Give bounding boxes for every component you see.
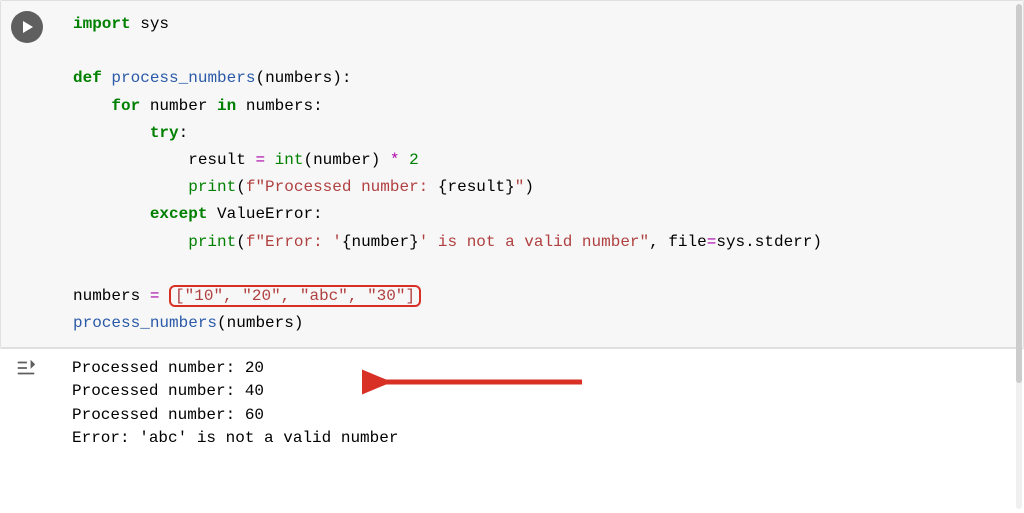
kw-for: for [111, 97, 140, 115]
mod-sys: sys [140, 15, 169, 33]
arg-numbers: numbers [265, 69, 332, 87]
sys-2: sys [716, 233, 745, 251]
var-numbers-list: numbers [73, 287, 140, 305]
builtin-print-2: print [188, 233, 236, 251]
call-arg: numbers [227, 314, 294, 332]
builtin-print-1: print [188, 178, 236, 196]
fstr-2b: ' is not a valid number" [419, 233, 649, 251]
fstr-1a: "Processed number: [255, 178, 437, 196]
fstr-1b: " [515, 178, 525, 196]
list-literal: ["10", "20", "abc", "30"] [175, 287, 415, 305]
var-result: result [188, 151, 246, 169]
f-prefix-2: f [246, 233, 256, 251]
output-area: Processed number: 20 Processed number: 4… [0, 348, 1024, 504]
stderr: stderr [755, 233, 813, 251]
fn-call: process_numbers [73, 314, 217, 332]
kw-file: file [668, 233, 706, 251]
kw-def: def [73, 69, 102, 87]
lit-two: 2 [409, 151, 419, 169]
fstr-2a: "Error: ' [255, 233, 341, 251]
fstr-interp-2: {number} [342, 233, 419, 251]
run-button[interactable] [11, 11, 43, 43]
kw-import: import [73, 15, 131, 33]
var-number: number [150, 97, 208, 115]
code-input-area: import sys def process_numbers(numbers):… [1, 1, 1023, 347]
kw-in: in [217, 97, 236, 115]
out-line-2: Processed number: 40 [72, 382, 264, 400]
out-line-1: Processed number: 20 [72, 359, 264, 377]
highlighted-list: ["10", "20", "abc", "30"] [169, 285, 421, 307]
fn-name: process_numbers [111, 69, 255, 87]
code-cell: import sys def process_numbers(numbers):… [0, 0, 1024, 348]
int-arg: number [313, 151, 371, 169]
code-gutter [1, 1, 53, 347]
vertical-scrollbar[interactable] [1016, 4, 1022, 509]
kw-try: try [150, 124, 179, 142]
code-editor[interactable]: import sys def process_numbers(numbers):… [53, 1, 1023, 347]
kw-except: except [150, 205, 208, 223]
exc-valueerror: ValueError [217, 205, 313, 223]
scrollbar-thumb[interactable] [1016, 4, 1022, 383]
iter-numbers: numbers [246, 97, 313, 115]
output-toggle-icon[interactable] [15, 357, 37, 379]
fstr-interp-1: {result} [438, 178, 515, 196]
arrow-annotation-icon [362, 367, 592, 397]
op-eq-2: = [707, 233, 717, 251]
f-prefix-1: f [246, 178, 256, 196]
op-eq-3: = [150, 287, 160, 305]
out-line-4: Error: 'abc' is not a valid number [72, 429, 398, 447]
op-star: * [390, 151, 400, 169]
play-icon [19, 19, 35, 35]
output-content: Processed number: 20 Processed number: 4… [52, 349, 1024, 504]
op-eq: = [255, 151, 265, 169]
output-gutter [0, 349, 52, 504]
builtin-int: int [275, 151, 304, 169]
out-line-3: Processed number: 60 [72, 406, 264, 424]
